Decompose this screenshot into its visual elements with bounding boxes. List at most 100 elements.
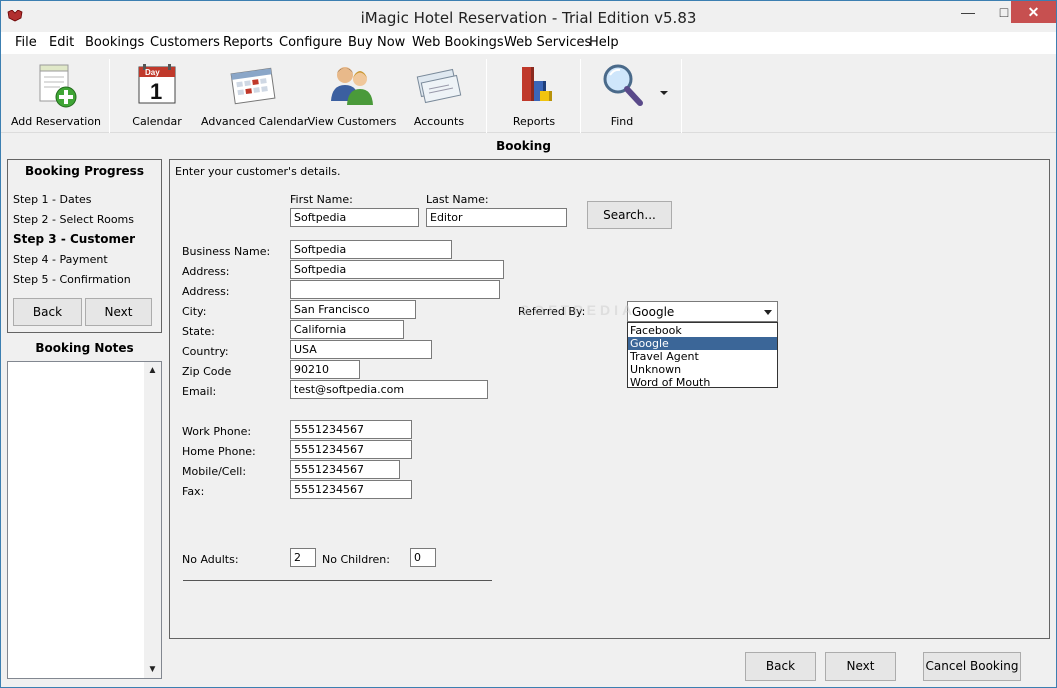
calendar-number-text: 1 [150,79,162,104]
form-divider [183,580,492,581]
booking-progress-panel: Booking Progress Step 1 - Dates Step 2 -… [7,159,162,333]
address-line2-field[interactable] [290,280,500,299]
adults-field[interactable]: 2 [290,548,316,567]
advanced-calendar-button[interactable]: Advanced Calendar [201,57,309,131]
dropdown-option-unknown[interactable]: Unknown [628,363,777,376]
first-name-field[interactable]: Softpedia [290,208,419,227]
referred-by-dropdown-list: Facebook Google Travel Agent Unknown Wor… [627,322,778,389]
menu-web-bookings[interactable]: Web Bookings [412,35,504,50]
menu-file[interactable]: File [15,35,37,50]
reports-label: Reports [512,115,556,128]
toolbar-separator [580,59,581,133]
country-field[interactable]: USA [290,340,432,359]
dropdown-option-word-of-mouth[interactable]: Word of Mouth [628,376,777,389]
accounts-label: Accounts [413,115,465,128]
address-line1-field[interactable]: Softpedia [290,260,504,279]
footer-next-button[interactable]: Next [825,652,896,681]
footer-back-button[interactable]: Back [745,652,816,681]
country-label: Country: [182,345,229,358]
progress-next-button[interactable]: Next [85,298,152,326]
calendar-icon: Day 1 [138,64,176,104]
advanced-calendar-icon [230,67,276,105]
menu-configure[interactable]: Configure [279,35,342,50]
fax-field[interactable]: 5551234567 [290,480,412,499]
find-dropdown-arrow-icon[interactable] [660,91,668,95]
customer-form-panel: Enter your customer's details. First Nam… [169,159,1050,639]
referred-by-select[interactable]: Google [627,301,778,322]
progress-back-button[interactable]: Back [13,298,82,326]
title-bar: iMagic Hotel Reservation - Trial Edition… [1,1,1056,32]
section-title: Booking [496,139,551,153]
cancel-booking-button[interactable]: Cancel Booking [923,652,1021,681]
scroll-down-icon[interactable]: ▼ [144,661,161,678]
find-button[interactable]: Find [587,57,657,131]
add-reservation-button[interactable]: Add Reservation [7,57,105,131]
toolbar-separator [109,59,110,133]
toolbar: Add Reservation Day 1 Calendar Advanced … [1,55,1056,133]
children-field[interactable]: 0 [410,548,436,567]
reports-icon [522,67,552,101]
address-label: Address: [182,265,230,278]
city-label: City: [182,305,207,318]
accounts-button[interactable]: Accounts [401,57,477,131]
work-phone-field[interactable]: 5551234567 [290,420,412,439]
search-button[interactable]: Search... [587,201,672,229]
state-field[interactable]: California [290,320,404,339]
referred-by-value: Google [632,305,675,319]
step-confirmation: Step 5 - Confirmation [13,273,131,286]
window-title: iMagic Hotel Reservation - Trial Edition… [360,9,697,27]
state-label: State: [182,325,215,338]
last-name-field[interactable]: Editor [426,208,567,227]
zip-code-field[interactable]: 90210 [290,360,360,379]
reports-button[interactable]: Reports [495,57,573,131]
home-phone-label: Home Phone: [182,445,256,458]
step-select-rooms: Step 2 - Select Rooms [13,213,134,226]
close-button[interactable]: ✕ [1011,1,1056,23]
business-name-label: Business Name: [182,245,271,258]
advanced-calendar-label: Advanced Calendar [201,115,309,128]
menu-help[interactable]: Help [589,35,619,50]
calendar-day-text: Day [145,68,160,77]
booking-progress-title: Booking Progress [25,164,144,178]
menu-customers[interactable]: Customers [150,35,220,50]
add-reservation-label: Add Reservation [10,115,102,128]
notes-scrollbar[interactable]: ▲ ▼ [144,362,161,678]
step-customer: Step 3 - Customer [13,232,136,246]
calendar-button[interactable]: Day 1 Calendar [119,57,195,131]
chevron-down-icon [764,310,772,315]
menu-web-services[interactable]: Web Services [504,35,591,50]
app-window: iMagic Hotel Reservation - Trial Edition… [0,0,1057,688]
menu-reports[interactable]: Reports [223,35,273,50]
find-label: Find [610,115,634,128]
accounts-icon [416,68,462,104]
minimize-button[interactable]: — [951,1,985,23]
step-payment: Step 4 - Payment [13,253,108,266]
business-name-field[interactable]: Softpedia [290,240,452,259]
booking-notes-textarea[interactable]: ▲ ▼ [7,361,162,679]
dropdown-option-travel-agent[interactable]: Travel Agent [628,350,777,363]
dropdown-option-google[interactable]: Google [628,337,777,350]
email-label: Email: [182,385,217,398]
toolbar-separator [681,59,682,133]
menu-edit[interactable]: Edit [49,35,74,50]
work-phone-label: Work Phone: [182,425,252,438]
mobile-field[interactable]: 5551234567 [290,460,400,479]
toolbar-separator [486,59,487,133]
mobile-label: Mobile/Cell: [182,465,247,478]
view-customers-label: View Customers [307,115,397,128]
menu-buy-now[interactable]: Buy Now [348,35,405,50]
home-phone-field[interactable]: 5551234567 [290,440,412,459]
menu-bookings[interactable]: Bookings [85,35,144,50]
view-customers-button[interactable]: View Customers [307,57,397,131]
address-label-2: Address: [182,285,230,298]
scroll-up-icon[interactable]: ▲ [144,362,161,379]
email-field[interactable]: test@softpedia.com [290,380,488,399]
menu-bar: File Edit Bookings Customers Reports Con… [1,32,1056,54]
city-field[interactable]: San Francisco [290,300,416,319]
dropdown-option-facebook[interactable]: Facebook [628,324,777,337]
children-label: No Children: [322,553,390,566]
view-customers-icon [331,67,373,105]
booking-notes-title: Booking Notes [35,341,134,355]
fax-label: Fax: [182,485,205,498]
find-icon [603,64,643,106]
